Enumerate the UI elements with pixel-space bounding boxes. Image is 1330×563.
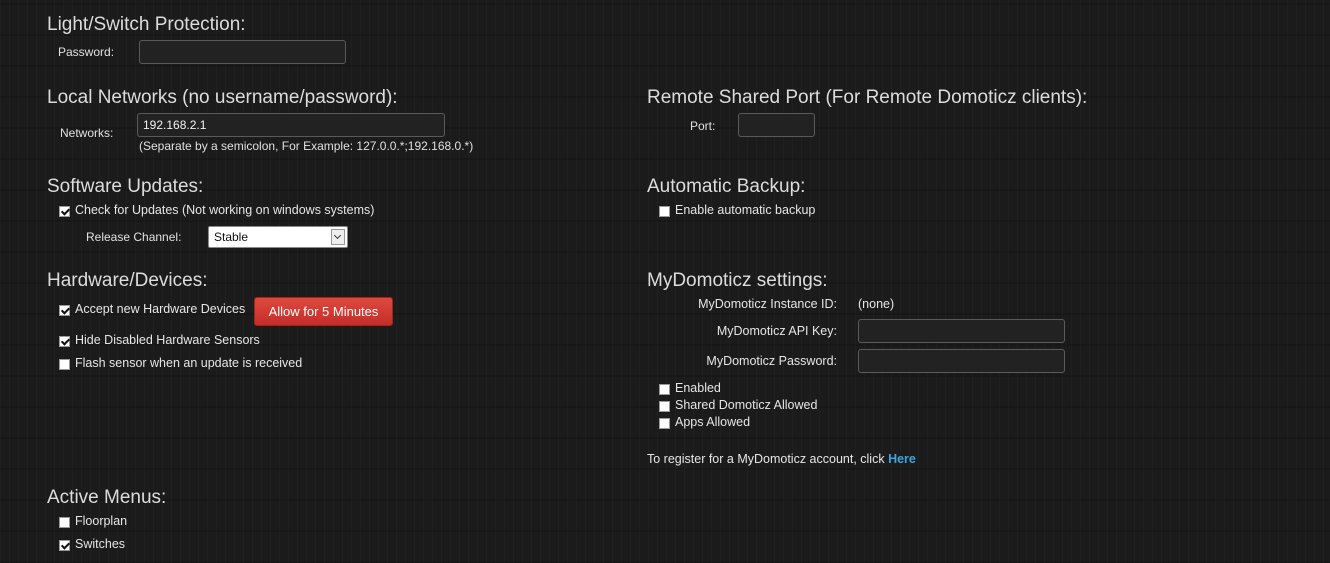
software-updates-heading: Software Updates: xyxy=(47,176,204,197)
hide-disabled-label: Hide Disabled Hardware Sensors xyxy=(75,333,260,347)
apps-allowed-checkbox[interactable] xyxy=(659,418,670,429)
chevron-down-icon xyxy=(331,229,345,245)
mydomoticz-password-input[interactable] xyxy=(858,349,1065,373)
flash-sensor-checkbox[interactable] xyxy=(59,359,70,370)
instance-id-label: MyDomoticz Instance ID: xyxy=(698,297,837,311)
remote-port-heading: Remote Shared Port (For Remote Domoticz … xyxy=(647,87,1088,108)
port-input[interactable] xyxy=(738,113,815,137)
light-password-input[interactable] xyxy=(139,40,346,64)
hardware-heading: Hardware/Devices: xyxy=(47,270,208,291)
floorplan-label: Floorplan xyxy=(75,514,128,528)
local-networks-heading: Local Networks (no username/password): xyxy=(47,87,398,108)
instance-id-value: (none) xyxy=(858,297,895,311)
check-updates-checkbox[interactable] xyxy=(59,206,70,217)
floorplan-checkbox[interactable] xyxy=(59,517,70,528)
release-channel-label: Release Channel: xyxy=(86,230,182,244)
release-channel-value: Stable xyxy=(214,230,249,244)
accept-hardware-checkbox[interactable] xyxy=(59,305,70,316)
enabled-label: Enabled xyxy=(675,381,721,395)
switches-checkbox[interactable] xyxy=(59,540,70,551)
automatic-backup-label: Enable automatic backup xyxy=(675,203,816,217)
light-switch-heading: Light/Switch Protection: xyxy=(47,14,246,35)
accept-hardware-label: Accept new Hardware Devices xyxy=(75,302,246,316)
allow-5-minutes-button[interactable]: Allow for 5 Minutes xyxy=(254,297,393,326)
register-text: To register for a MyDomoticz account, cl… xyxy=(647,452,916,466)
check-updates-label: Check for Updates (Not working on window… xyxy=(75,203,375,217)
shared-allowed-label: Shared Domoticz Allowed xyxy=(675,398,818,412)
api-key-input[interactable] xyxy=(858,319,1065,343)
hide-disabled-checkbox[interactable] xyxy=(59,336,70,347)
enabled-checkbox[interactable] xyxy=(659,384,670,395)
active-menus-heading: Active Menus: xyxy=(47,487,167,508)
port-label: Port: xyxy=(690,119,716,133)
networks-label: Networks: xyxy=(60,126,114,140)
release-channel-select[interactable]: Stable xyxy=(208,226,348,248)
networks-input[interactable] xyxy=(137,113,445,137)
mydomoticz-password-label: MyDomoticz Password: xyxy=(706,354,837,368)
light-password-label: Password: xyxy=(58,45,115,59)
shared-allowed-checkbox[interactable] xyxy=(659,401,670,412)
automatic-backup-checkbox[interactable] xyxy=(659,206,670,217)
register-text-label: To register for a MyDomoticz account, cl… xyxy=(647,452,885,466)
mydomoticz-heading: MyDomoticz settings: xyxy=(647,270,828,291)
apps-allowed-label: Apps Allowed xyxy=(675,415,751,429)
api-key-label: MyDomoticz API Key: xyxy=(716,324,837,338)
register-here-link[interactable]: Here xyxy=(888,452,916,466)
flash-sensor-label: Flash sensor when an update is received xyxy=(75,356,303,370)
switches-label: Switches xyxy=(75,537,126,551)
automatic-backup-heading: Automatic Backup: xyxy=(647,176,806,197)
networks-hint: (Separate by a semicolon, For Example: 1… xyxy=(139,139,474,153)
